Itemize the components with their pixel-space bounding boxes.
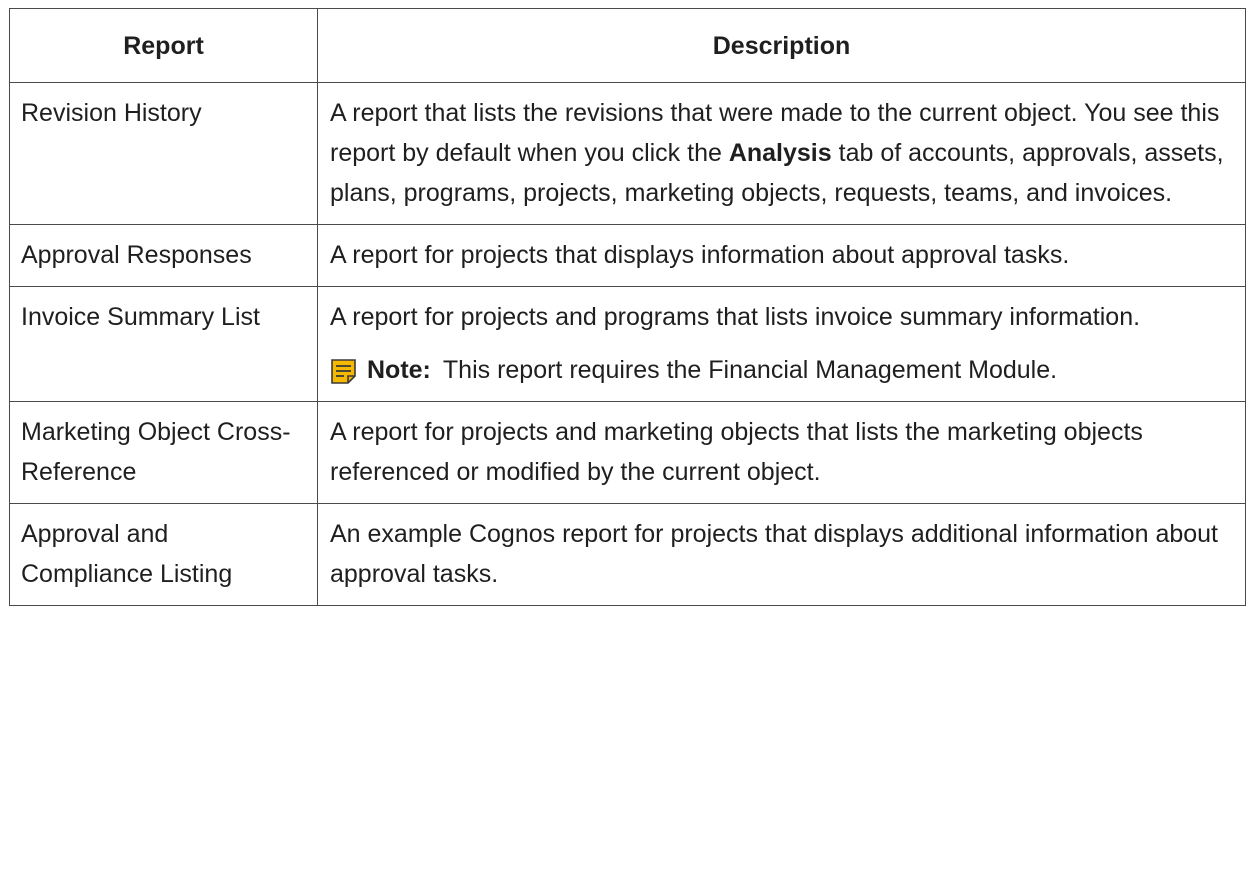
table-row: Invoice Summary List A report for projec…	[9, 286, 1246, 402]
report-description: A report for projects and marketing obje…	[317, 401, 1246, 504]
table-header-row: Report Description	[9, 8, 1246, 83]
header-description: Description	[317, 8, 1246, 83]
report-description: A report for projects that displays info…	[317, 224, 1246, 287]
report-name: Approval and Compliance Listing	[9, 503, 318, 606]
description-text: A report that lists the revisions that w…	[330, 99, 1224, 207]
report-name: Invoice Summary List	[9, 286, 318, 402]
report-name: Approval Responses	[9, 224, 318, 287]
note-icon	[330, 357, 357, 384]
table-row: Marketing Object Cross-Reference A repor…	[9, 401, 1246, 504]
report-name: Marketing Object Cross-Reference	[9, 401, 318, 504]
note: Note: This report requires the Financial…	[330, 350, 1233, 390]
report-name: Revision History	[9, 82, 318, 225]
table-row: Revision History A report that lists the…	[9, 82, 1246, 225]
report-description: A report that lists the revisions that w…	[317, 82, 1246, 225]
table-row: Approval Responses A report for projects…	[9, 224, 1246, 287]
note-text: This report requires the Financial Manag…	[442, 356, 1058, 384]
note-label: Note:	[367, 356, 431, 384]
description-text: A report for projects and programs that …	[330, 303, 1141, 331]
report-description: An example Cognos report for projects th…	[317, 503, 1246, 606]
header-report: Report	[9, 8, 318, 83]
reports-table: Report Description Revision History A re…	[9, 8, 1246, 606]
table-row: Approval and Compliance Listing An examp…	[9, 503, 1246, 606]
analysis-tab-label: Analysis	[728, 139, 832, 167]
report-description: A report for projects and programs that …	[317, 286, 1246, 402]
